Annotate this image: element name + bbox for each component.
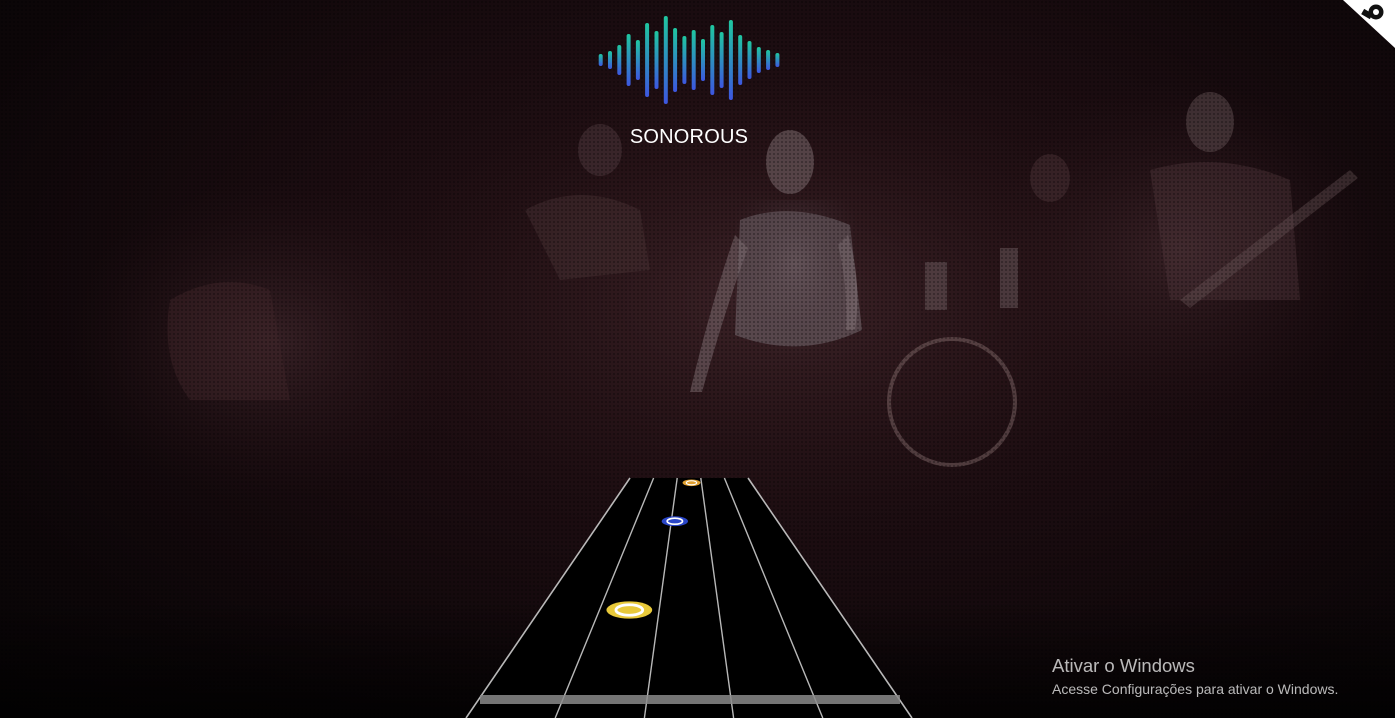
windows-activation-watermark: Ativar o Windows Acesse Configurações pa…	[1052, 655, 1338, 700]
watermark-subtitle: Acesse Configurações para ativar o Windo…	[1052, 681, 1339, 697]
note-gem	[661, 516, 688, 527]
strike-bar	[480, 695, 900, 704]
settings-corner-button[interactable]	[1343, 0, 1395, 48]
watermark-title: Ativar o Windows	[1052, 655, 1195, 676]
corner-tab	[1343, 0, 1395, 48]
note-highway	[465, 477, 913, 718]
highway-surface	[466, 478, 912, 718]
game-stage: SONOROUS Ativar o Windows Acesse Configu…	[0, 0, 1395, 718]
note-gem	[682, 479, 701, 487]
note-gem	[606, 601, 653, 619]
